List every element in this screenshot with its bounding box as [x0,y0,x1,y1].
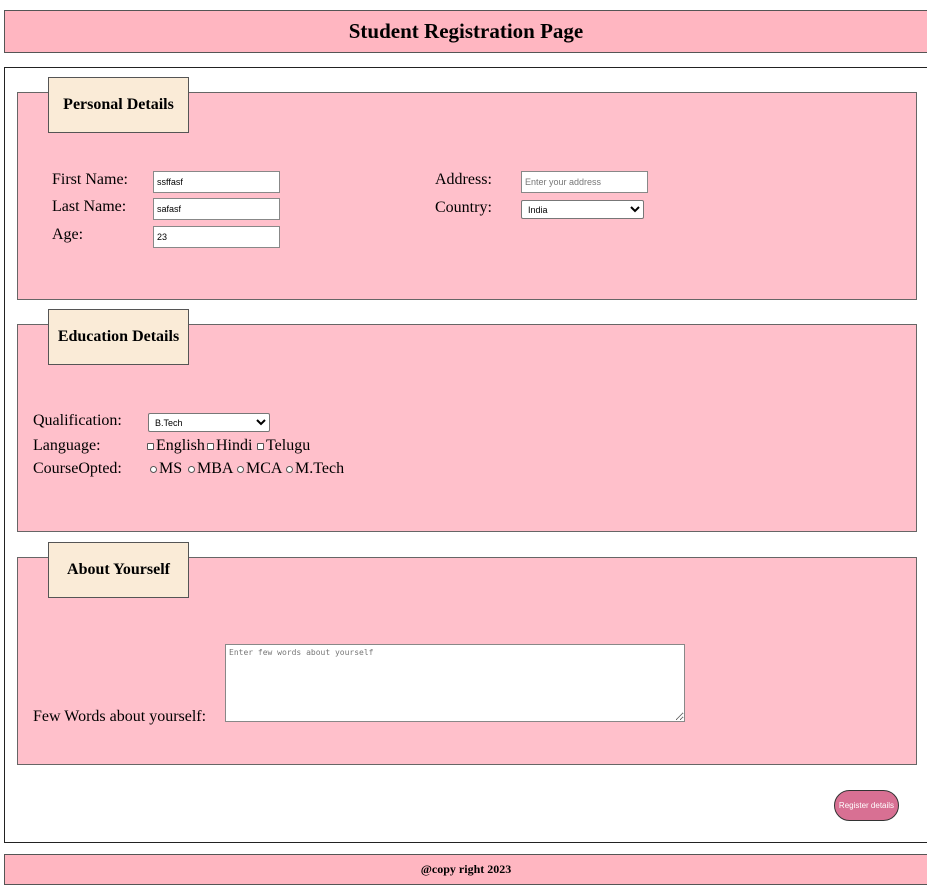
course-mba-radio[interactable] [188,466,195,473]
first-name-label: First Name: [52,171,128,188]
register-details-label: Register details [838,801,895,810]
course-mba-label: MBA [197,460,234,477]
page-title: Student Registration Page [348,19,584,43]
personal-details-legend: Personal Details [48,77,189,133]
personal-details-title: Personal Details [63,96,174,113]
register-details-button[interactable]: Register details [834,790,899,821]
education-details-legend: Education Details [48,309,189,365]
age-input[interactable] [153,226,280,248]
few-words-label: Few Words about yourself: [33,708,207,725]
course-mca-label: MCA [246,460,283,477]
address-label: Address: [435,171,492,188]
language-english-checkbox[interactable] [147,443,154,450]
language-hindi-checkbox[interactable] [207,443,214,450]
course-mca-radio[interactable] [237,466,244,473]
first-name-input[interactable] [153,171,280,193]
course-mtech-label: M.Tech [295,460,345,477]
page-header: Student Registration Page [4,10,927,53]
language-english-label: English [156,437,205,454]
last-name-label: Last Name: [52,198,127,215]
qualification-select[interactable]: B.Tech [148,413,270,432]
qualification-label: Qualification: [33,412,122,429]
country-select[interactable]: India [521,200,644,219]
language-label: Language: [33,437,101,454]
language-telugu-label: Telugu [266,437,311,454]
country-label: Country: [435,199,492,216]
about-yourself-legend: About Yourself [48,542,189,598]
address-input[interactable] [521,171,648,193]
language-telugu-checkbox[interactable] [257,443,264,450]
copyright-text: @copy right 2023 [420,862,512,876]
age-label: Age: [52,226,84,243]
course-ms-label: MS [159,460,183,477]
about-yourself-textarea[interactable] [225,644,685,722]
last-name-input[interactable] [153,198,280,220]
education-details-title: Education Details [57,328,180,345]
page-footer: @copy right 2023 [4,854,927,885]
about-yourself-title: About Yourself [67,561,170,578]
language-hindi-label: Hindi [216,437,253,454]
course-opted-label: CourseOpted: [33,460,122,477]
course-mtech-radio[interactable] [286,466,293,473]
course-ms-radio[interactable] [150,466,157,473]
